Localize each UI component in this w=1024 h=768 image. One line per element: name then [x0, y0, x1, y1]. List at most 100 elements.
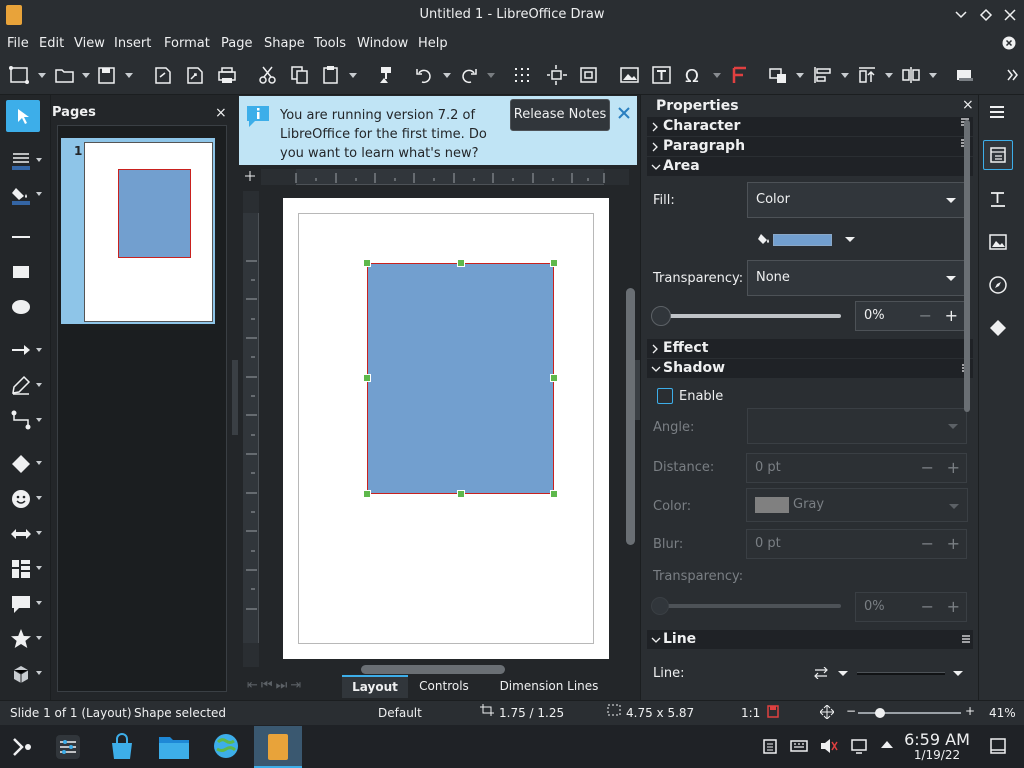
page-thumbnail-selected[interactable]: 1 [61, 138, 215, 324]
sidebar-scrollbar-thumb[interactable] [964, 120, 970, 412]
release-notes-button[interactable]: Release Notes [510, 99, 610, 131]
section-line[interactable]: Line [647, 630, 973, 649]
status-zoom[interactable]: 41% [989, 706, 1016, 720]
zoom-slider-knob[interactable] [875, 708, 885, 718]
connector-dropdown-icon[interactable] [36, 418, 42, 422]
special-character-icon[interactable]: Ω [683, 65, 705, 85]
shadow-transparency-slider[interactable] [661, 604, 841, 608]
clone-formatting-icon[interactable] [375, 65, 397, 85]
close-window-icon[interactable] [1003, 8, 1017, 22]
flowchart-icon[interactable] [6, 555, 36, 583]
status-master-page[interactable]: Default [378, 706, 422, 720]
tab-controls[interactable]: Controls [411, 679, 477, 693]
symbol-shapes-dropdown-icon[interactable] [36, 496, 42, 500]
symbol-shapes-icon[interactable] [6, 485, 36, 513]
section-effect[interactable]: Effect [647, 339, 973, 358]
tab-dimension-lines[interactable]: Dimension Lines [492, 679, 606, 693]
minimize-icon[interactable] [954, 8, 968, 22]
line-arrows-dropdown-icon[interactable] [838, 671, 848, 676]
increment-icon[interactable]: + [947, 530, 960, 558]
line-style-dropdown[interactable] [857, 662, 967, 686]
insert-image-icon[interactable] [619, 65, 641, 85]
section-shadow[interactable]: Shadow [647, 359, 973, 378]
menu-edit[interactable]: Edit [39, 36, 64, 51]
stars-icon[interactable] [6, 625, 36, 653]
insert-textbox-icon[interactable] [651, 65, 673, 85]
shadow-color-dropdown[interactable]: Gray [746, 488, 968, 522]
select-tool-icon[interactable] [6, 100, 40, 132]
export-pdf-icon[interactable] [184, 65, 206, 85]
align-objects-icon[interactable] [812, 65, 834, 85]
decrement-icon[interactable]: − [921, 530, 934, 558]
styles-deck-icon[interactable] [988, 189, 1008, 209]
zoom-optimal-icon[interactable] [578, 65, 600, 85]
web-browser-icon[interactable] [212, 732, 240, 760]
increment-icon[interactable]: + [947, 454, 960, 482]
gallery-deck-icon[interactable] [988, 232, 1008, 252]
resize-handle-bottom[interactable] [457, 490, 465, 498]
line-arrows-icon[interactable] [813, 667, 829, 679]
resize-handle-left[interactable] [363, 374, 371, 382]
redo-icon[interactable] [458, 65, 480, 85]
zoom-pan-icon[interactable] [9, 65, 31, 85]
discover-store-icon[interactable] [108, 733, 136, 761]
resize-handle-top-right[interactable] [550, 259, 558, 267]
menu-help[interactable]: Help [418, 36, 448, 51]
paste-dropdown-icon[interactable] [349, 73, 357, 78]
basic-shapes-dropdown-icon[interactable] [36, 461, 42, 465]
network-tray-icon[interactable] [851, 738, 869, 754]
keyboard-tray-icon[interactable] [790, 738, 808, 754]
section-paragraph[interactable]: Paragraph [647, 137, 973, 156]
fill-color-dropdown-icon[interactable] [36, 192, 42, 196]
fill-color-dropdown-icon[interactable] [845, 237, 855, 242]
callout-shapes-icon[interactable] [6, 590, 36, 618]
shadow-transparency-field[interactable]: 0% − + [855, 592, 967, 622]
fit-page-icon[interactable] [820, 705, 834, 719]
resize-handle-bottom-left[interactable] [363, 490, 371, 498]
3d-objects-icon[interactable] [6, 660, 36, 688]
redo-dropdown-icon[interactable] [487, 73, 495, 78]
shadow-transparency-knob[interactable] [651, 597, 669, 615]
flowchart-dropdown-icon[interactable] [36, 566, 42, 570]
properties-deck-tab[interactable] [983, 140, 1013, 170]
menu-format[interactable]: Format [164, 36, 210, 51]
decrement-icon[interactable]: − [921, 593, 934, 621]
system-settings-icon[interactable] [55, 734, 81, 760]
ellipse-tool-icon[interactable] [6, 293, 36, 321]
zoom-out-icon[interactable]: − [846, 704, 856, 718]
keep-above-icon[interactable] [979, 8, 993, 22]
increment-icon[interactable]: + [947, 593, 960, 621]
fill-color-tool-icon[interactable] [6, 181, 36, 209]
align-dropdown-icon[interactable] [841, 73, 849, 78]
menu-window[interactable]: Window [357, 36, 408, 51]
shadow-distance-field[interactable]: 0 pt − + [746, 453, 967, 483]
resize-handle-top[interactable] [457, 259, 465, 267]
save-dropdown-icon[interactable] [125, 73, 133, 78]
document-modified-icon[interactable] [766, 705, 780, 719]
vertical-ruler[interactable] [243, 191, 259, 667]
open-dropdown-icon[interactable] [82, 73, 90, 78]
save-icon[interactable] [97, 65, 119, 85]
last-page-icon[interactable]: ⇥ [290, 678, 304, 693]
distribute-icon[interactable] [900, 65, 922, 85]
cut-icon[interactable] [257, 65, 279, 85]
paste-icon[interactable] [321, 65, 343, 85]
stars-dropdown-icon[interactable] [36, 636, 42, 640]
resize-handle-top-left[interactable] [363, 259, 371, 267]
navigator-deck-icon[interactable] [988, 275, 1008, 295]
next-page-icon[interactable]: ⏭ [276, 678, 291, 693]
print-icon[interactable] [216, 65, 238, 85]
vertical-scrollbar-thumb[interactable] [626, 288, 635, 545]
transformations-icon[interactable] [768, 65, 790, 85]
application-launcher-icon[interactable] [10, 735, 34, 759]
line-more-options-icon[interactable] [961, 634, 971, 644]
tray-expand-icon[interactable] [881, 741, 893, 748]
transparency-dropdown[interactable]: None [747, 260, 965, 296]
transparency-slider-knob[interactable] [651, 306, 671, 326]
line-color-dropdown-icon[interactable] [36, 158, 42, 162]
grid-icon[interactable] [512, 65, 534, 85]
menu-file[interactable]: File [7, 36, 29, 51]
arrow-tool-icon[interactable] [6, 336, 36, 364]
arrange-dropdown-icon[interactable] [885, 73, 893, 78]
close-sidebar-icon[interactable]: × [962, 97, 974, 113]
